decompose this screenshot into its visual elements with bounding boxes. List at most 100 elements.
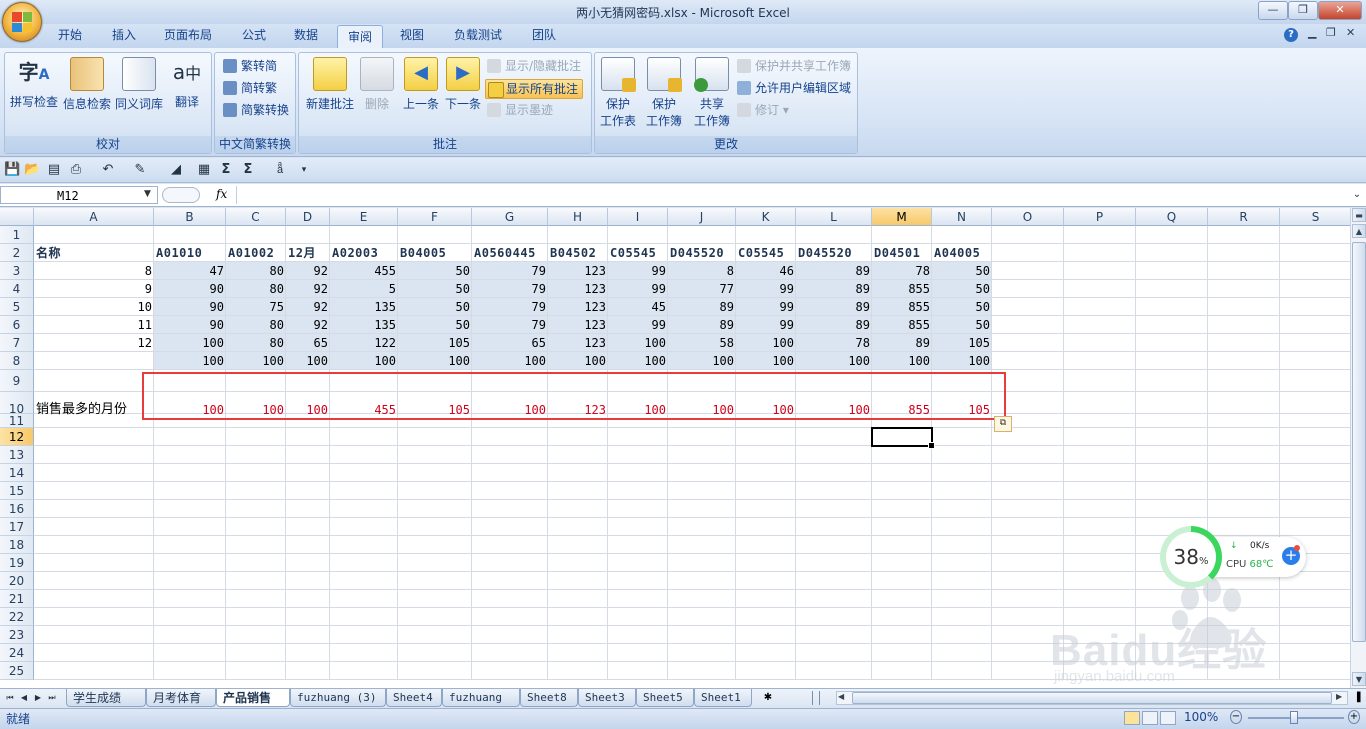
tab-load-test[interactable]: 负载测试 bbox=[444, 24, 512, 46]
convert-button[interactable]: 简繁转换 bbox=[221, 101, 289, 119]
phonetic-icon[interactable]: aͣ bbox=[272, 162, 288, 178]
share-workbook-button[interactable]: 共享 工作簿 bbox=[689, 57, 735, 129]
row-header[interactable]: 21 bbox=[0, 590, 34, 608]
name-box[interactable]: M12 bbox=[0, 186, 158, 204]
sheet-tab[interactable]: 产品销售 bbox=[216, 689, 290, 707]
cell-label[interactable]: 9 bbox=[34, 280, 154, 298]
column-header[interactable]: I bbox=[608, 208, 668, 226]
sheet-tab[interactable]: Sheet5 bbox=[636, 689, 694, 707]
cell-value[interactable]: 123 bbox=[548, 280, 608, 298]
row-header[interactable]: 13 bbox=[0, 446, 34, 464]
cell-value[interactable]: 80 bbox=[226, 262, 286, 280]
first-sheet-icon[interactable]: ⏮ bbox=[4, 691, 16, 705]
row-header[interactable]: 2 bbox=[0, 244, 34, 262]
ribbon-minimize-icon[interactable]: ▁ bbox=[1308, 26, 1316, 39]
cell-value[interactable]: 50 bbox=[932, 280, 992, 298]
zoom-slider-thumb[interactable] bbox=[1290, 711, 1298, 724]
select-all-corner[interactable] bbox=[0, 208, 34, 226]
spell-check-button[interactable]: 字A 拼写检查 bbox=[7, 57, 61, 110]
open-folder-icon[interactable]: 📂 bbox=[24, 162, 40, 178]
row-header[interactable]: 15 bbox=[0, 482, 34, 500]
office-button[interactable] bbox=[2, 2, 42, 42]
cell-value[interactable]: 105 bbox=[398, 334, 472, 352]
sheet-tab[interactable]: Sheet4 bbox=[386, 689, 442, 707]
column-header[interactable]: N bbox=[932, 208, 992, 226]
cell-header-code[interactable]: A02003 bbox=[330, 244, 398, 262]
row-header[interactable]: 7 bbox=[0, 334, 34, 352]
cell-value[interactable]: 99 bbox=[608, 262, 668, 280]
tab-team[interactable]: 团队 bbox=[522, 24, 566, 46]
cell-header-code[interactable]: C05545 bbox=[736, 244, 796, 262]
cell-value[interactable]: 78 bbox=[796, 334, 872, 352]
cell-value[interactable]: 92 bbox=[286, 262, 330, 280]
cell-value[interactable]: 75 bbox=[226, 298, 286, 316]
row-header[interactable]: 9 bbox=[0, 370, 34, 392]
cell-value[interactable]: 80 bbox=[226, 316, 286, 334]
cell-value[interactable]: 65 bbox=[286, 334, 330, 352]
row-header[interactable]: 4 bbox=[0, 280, 34, 298]
scroll-down-icon[interactable]: ▼ bbox=[1352, 672, 1366, 686]
cell-value[interactable]: 89 bbox=[796, 316, 872, 334]
column-header[interactable]: H bbox=[548, 208, 608, 226]
cell-value[interactable]: 100 bbox=[154, 352, 226, 370]
cell-value[interactable]: 105 bbox=[932, 334, 992, 352]
cell-value[interactable]: 89 bbox=[796, 280, 872, 298]
format-painter-icon[interactable]: ✎ bbox=[132, 162, 148, 178]
cell-value[interactable]: 79 bbox=[472, 262, 548, 280]
cell-value[interactable]: 50 bbox=[398, 280, 472, 298]
cell-header-code[interactable]: D045520 bbox=[796, 244, 872, 262]
active-cell[interactable] bbox=[871, 427, 935, 449]
cell-value[interactable]: 99 bbox=[736, 280, 796, 298]
row-header[interactable]: 1 bbox=[0, 226, 34, 244]
cell-value[interactable]: 8 bbox=[668, 262, 736, 280]
cell-value[interactable]: 100 bbox=[398, 352, 472, 370]
row-header[interactable]: 6 bbox=[0, 316, 34, 334]
next-comment-button[interactable]: ▶ 下一条 bbox=[443, 57, 483, 112]
protect-sheet-button[interactable]: 保护 工作表 bbox=[597, 57, 639, 129]
protect-workbook-button[interactable]: 保护 工作簿 bbox=[639, 57, 689, 129]
cell-value[interactable]: 135 bbox=[330, 298, 398, 316]
cell-result-label[interactable]: 销售最多的月份 bbox=[34, 392, 154, 417]
cell-value[interactable]: 90 bbox=[154, 298, 226, 316]
ribbon-restore-icon[interactable]: ❐ bbox=[1326, 26, 1336, 39]
vertical-scroll-thumb[interactable] bbox=[1352, 242, 1366, 642]
to-simplified-button[interactable]: 繁转简 bbox=[221, 57, 277, 75]
track-changes-button[interactable]: 修订 ▾ bbox=[735, 101, 789, 119]
undo-icon[interactable]: ↶ bbox=[100, 162, 116, 178]
cell-value[interactable]: 92 bbox=[286, 280, 330, 298]
protect-share-button[interactable]: 保护并共享工作簿 bbox=[735, 57, 851, 75]
cell-value[interactable]: 100 bbox=[932, 352, 992, 370]
column-header[interactable]: Q bbox=[1136, 208, 1208, 226]
row-header[interactable]: 10 bbox=[0, 392, 34, 416]
cell-header-name[interactable]: 名称 bbox=[34, 244, 154, 262]
cell-value[interactable]: 80 bbox=[226, 280, 286, 298]
translate-button[interactable]: a中 翻译 bbox=[165, 57, 209, 110]
row-header[interactable]: 11 bbox=[0, 414, 34, 428]
cell-value[interactable]: 100 bbox=[472, 352, 548, 370]
cell-value[interactable]: 122 bbox=[330, 334, 398, 352]
row-header[interactable]: 19 bbox=[0, 554, 34, 572]
prev-comment-button[interactable]: ◀ 上一条 bbox=[399, 57, 443, 112]
cell-value[interactable]: 5 bbox=[330, 280, 398, 298]
column-header[interactable]: K bbox=[736, 208, 796, 226]
cell-value[interactable]: 455 bbox=[330, 262, 398, 280]
customize-qat-icon[interactable]: ▾ bbox=[296, 162, 312, 178]
cell-header-code[interactable]: C05545 bbox=[608, 244, 668, 262]
cell-value[interactable]: 100 bbox=[608, 334, 668, 352]
row-header[interactable]: 20 bbox=[0, 572, 34, 590]
tab-home[interactable]: 开始 bbox=[48, 24, 92, 46]
minimize-button[interactable]: — bbox=[1258, 1, 1288, 20]
normal-view-icon[interactable] bbox=[1124, 711, 1140, 725]
cell-value[interactable]: 79 bbox=[472, 280, 548, 298]
formula-input[interactable] bbox=[236, 186, 1347, 204]
cell-value[interactable]: 100 bbox=[736, 352, 796, 370]
cell-value[interactable]: 100 bbox=[154, 334, 226, 352]
scroll-right-icon[interactable]: ▶ bbox=[1336, 692, 1342, 701]
column-header[interactable]: J bbox=[668, 208, 736, 226]
autosum-icon[interactable]: Σ bbox=[240, 162, 256, 178]
page-break-view-icon[interactable] bbox=[1160, 711, 1176, 725]
cell-value[interactable]: 123 bbox=[548, 316, 608, 334]
cell-value[interactable]: 89 bbox=[872, 334, 932, 352]
tab-view[interactable]: 视图 bbox=[390, 24, 434, 46]
cell-value[interactable]: 100 bbox=[872, 352, 932, 370]
